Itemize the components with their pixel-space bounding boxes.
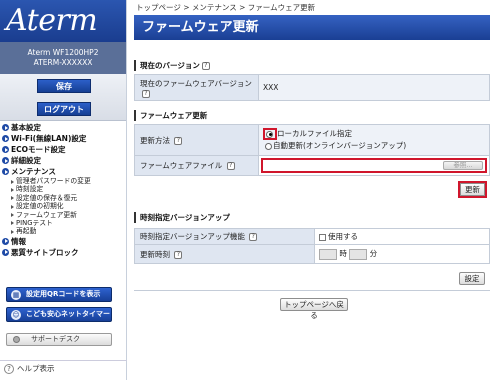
hour-input[interactable]: [319, 248, 337, 260]
qr-code-icon: ▦: [11, 290, 21, 300]
session-controls: 保存 ログアウト: [0, 74, 126, 121]
back-to-top-button[interactable]: トップページへ戻る: [280, 298, 348, 320]
update-button[interactable]: 更新: [460, 183, 485, 196]
hour-unit: 時: [339, 249, 347, 259]
menu-advanced-settings[interactable]: 詳細設定: [0, 155, 127, 166]
help-icon[interactable]: ?: [226, 162, 235, 170]
arrow-icon: [2, 248, 9, 256]
local-file-option-label: ローカルファイル指定: [277, 129, 352, 138]
menu-item-reboot[interactable]: 再起動: [0, 227, 127, 235]
minute-input[interactable]: [349, 248, 368, 260]
help-icon[interactable]: ?: [249, 233, 258, 241]
update-button-highlight: 更新: [458, 181, 487, 198]
nav-menu: 基本設定 Wi-Fi(無線LAN)設定 ECOモード設定 詳細設定 メンテナンス…: [0, 122, 127, 258]
brand-header: Aterm: [0, 0, 126, 42]
help-icon[interactable]: ?: [201, 62, 210, 70]
update-method-options: ローカルファイル指定 自動更新(オンラインバージョンアップ): [258, 124, 490, 156]
local-file-radio[interactable]: [266, 130, 273, 138]
menu-eco-mode[interactable]: ECOモード設定: [0, 144, 127, 155]
scheduled-update-heading: 時刻指定バージョンアップ: [134, 211, 490, 224]
menu-item-backup-restore[interactable]: 設定値の保存＆復元: [0, 194, 127, 202]
use-scheduled-checkbox[interactable]: [319, 233, 326, 241]
save-button[interactable]: 保存: [37, 79, 91, 93]
menu-maintenance[interactable]: メンテナンス: [0, 166, 127, 177]
use-label: 使用する: [328, 232, 358, 241]
menu-item-firmware-update[interactable]: ファームウェア更新: [0, 211, 127, 219]
arrow-icon: [2, 146, 9, 153]
help-icon[interactable]: ?: [142, 89, 150, 98]
arrow-icon: [2, 135, 9, 142]
show-qr-code-button[interactable]: ▦ 設定用QRコードを表示: [6, 287, 112, 302]
firmware-version-value: XXX: [258, 74, 490, 101]
scheduled-update-table: 時刻指定バージョンアップ機能 ? 使用する 更新時刻 ? 時 分: [134, 228, 490, 264]
auto-update-option-label: 自動更新(オンラインバージョンアップ): [273, 141, 407, 150]
menu-info[interactable]: 情報: [0, 236, 127, 247]
firmware-version-label: 現在のファームウェアバージョン?: [134, 74, 259, 101]
arrow-icon: [2, 237, 9, 245]
scheduled-feature-cell: 使用する: [314, 228, 490, 245]
page-title: ファームウェア更新: [134, 15, 490, 40]
help-icon[interactable]: ?: [174, 250, 183, 259]
breadcrumb: トップページ > メンテナンス > ファームウェア更新: [136, 3, 316, 12]
update-method-label: 更新方法 ?: [134, 124, 259, 156]
menu-basic-settings[interactable]: 基本設定: [0, 122, 127, 133]
menu-wifi-settings[interactable]: Wi-Fi(無線LAN)設定: [0, 133, 127, 144]
browse-button[interactable]: 参照...: [443, 161, 483, 170]
arrow-icon: [2, 124, 9, 131]
minute-unit: 分: [369, 249, 378, 259]
firmware-file-cell: 参照...: [258, 155, 490, 176]
set-button[interactable]: 設定: [459, 272, 485, 285]
local-file-radio-highlight: [263, 128, 277, 140]
menu-item-factory-reset[interactable]: 設定値の初期化: [0, 202, 127, 210]
update-time-cell: 時 分: [314, 244, 490, 264]
divider: [134, 290, 490, 291]
help-icon[interactable]: ?: [174, 136, 183, 145]
menu-item-time-settings[interactable]: 時刻設定: [0, 185, 127, 193]
support-desk-button[interactable]: サポートデスク: [6, 333, 112, 346]
arrow-icon: [2, 157, 9, 164]
model-name: Aterm WF1200HP2: [27, 48, 99, 57]
help-icon: ?: [4, 364, 14, 374]
scheduled-feature-label: 時刻指定バージョンアップ機能 ?: [134, 228, 315, 245]
device-id: ATERM-XXXXXX: [33, 58, 93, 67]
auto-update-radio[interactable]: [265, 142, 272, 150]
help-link[interactable]: ? ヘルプ表示: [0, 360, 127, 380]
kids-net-timer-button[interactable]: ☺ こども安心ネットタイマー: [6, 307, 112, 322]
firmware-update-heading: ファームウェア更新: [134, 109, 490, 122]
firmware-file-label: ファームウェアファイル ?: [134, 155, 259, 176]
current-version-heading: 現在のバージョン?: [134, 59, 490, 72]
child-icon: ☺: [11, 310, 21, 320]
current-version-table: 現在のファームウェアバージョン? XXX: [134, 74, 490, 101]
arrow-icon: [2, 168, 9, 175]
aterm-logo: Aterm: [6, 3, 98, 38]
firmware-update-table: 更新方法 ? ローカルファイル指定 自動更新(オンラインバージョンアップ) ファ…: [134, 124, 490, 176]
firmware-file-input[interactable]: 参照...: [261, 158, 487, 173]
support-icon: [13, 336, 20, 343]
device-info: Aterm WF1200HP2 ATERM-XXXXXX: [0, 42, 126, 74]
update-time-label: 更新時刻 ?: [134, 244, 315, 264]
menu-malicious-site-block[interactable]: 悪質サイトブロック: [0, 247, 127, 258]
sidebar: Aterm Aterm WF1200HP2 ATERM-XXXXXX 保存 ログ…: [0, 0, 127, 380]
logout-button[interactable]: ログアウト: [37, 102, 91, 116]
